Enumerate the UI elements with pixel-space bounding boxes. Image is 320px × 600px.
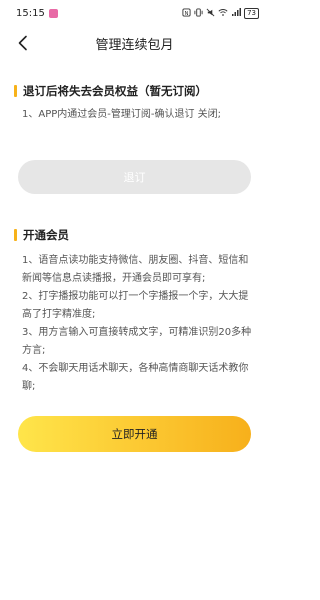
vibrate-icon xyxy=(194,7,203,19)
back-button[interactable] xyxy=(10,30,36,56)
benefit-item: 2、打字播报功能可以打一个字播报一个字，大大提高了打字精准度; xyxy=(22,291,249,320)
subscribe-now-button[interactable]: 立即开通 xyxy=(18,416,251,452)
membership-title-text: 开通会员 xyxy=(23,228,69,242)
benefit-item: 1、语音点读功能支持微信、朋友圈、抖音、短信和新闻等信息点读播报，开通会员即可享… xyxy=(22,255,249,284)
benefit-item: 4、不会聊天用话术聊天，各种高情商聊天话术教你聊; xyxy=(22,363,249,392)
app-notification-icon xyxy=(48,8,58,18)
unsubscribe-title-text: 退订后将失去会员权益（暂无订阅） xyxy=(23,84,207,98)
membership-benefits: 1、语音点读功能支持微信、朋友圈、抖音、短信和新闻等信息点读播报，开通会员即可享… xyxy=(22,252,258,396)
membership-section-title: 开通会员 xyxy=(14,227,69,243)
unsubscribe-instructions: 1、APP内通过会员-管理订阅-确认退订 关闭; xyxy=(22,106,258,124)
accent-bar xyxy=(14,85,17,97)
chevron-left-icon xyxy=(18,35,27,51)
battery-indicator: 73 xyxy=(244,7,259,19)
nfc-icon: N xyxy=(182,7,191,19)
mute-icon xyxy=(206,8,215,19)
accent-bar xyxy=(14,229,17,241)
page-title: 管理连续包月 xyxy=(95,37,174,53)
screen: 15:15 N 73 管理连续包月 退订后将失去会员权益（暂无订阅） 1、APP… xyxy=(0,0,269,600)
status-right: N 73 xyxy=(182,7,259,19)
status-left: 15:15 xyxy=(16,8,58,19)
status-time: 15:15 xyxy=(16,7,45,19)
title-bar: 管理连续包月 xyxy=(0,26,269,60)
signal-icon xyxy=(231,7,242,19)
status-bar: 15:15 N 73 xyxy=(0,0,269,26)
unsubscribe-button[interactable]: 退订 xyxy=(18,160,251,194)
svg-text:N: N xyxy=(185,10,189,16)
benefit-item: 3、用方言输入可直接转成文字，可精准识别20多种方言; xyxy=(22,327,252,356)
unsubscribe-section-title: 退订后将失去会员权益（暂无订阅） xyxy=(14,83,207,99)
unsubscribe-line: 1、APP内通过会员-管理订阅-确认退订 关闭; xyxy=(22,109,222,120)
wifi-icon xyxy=(218,8,228,19)
